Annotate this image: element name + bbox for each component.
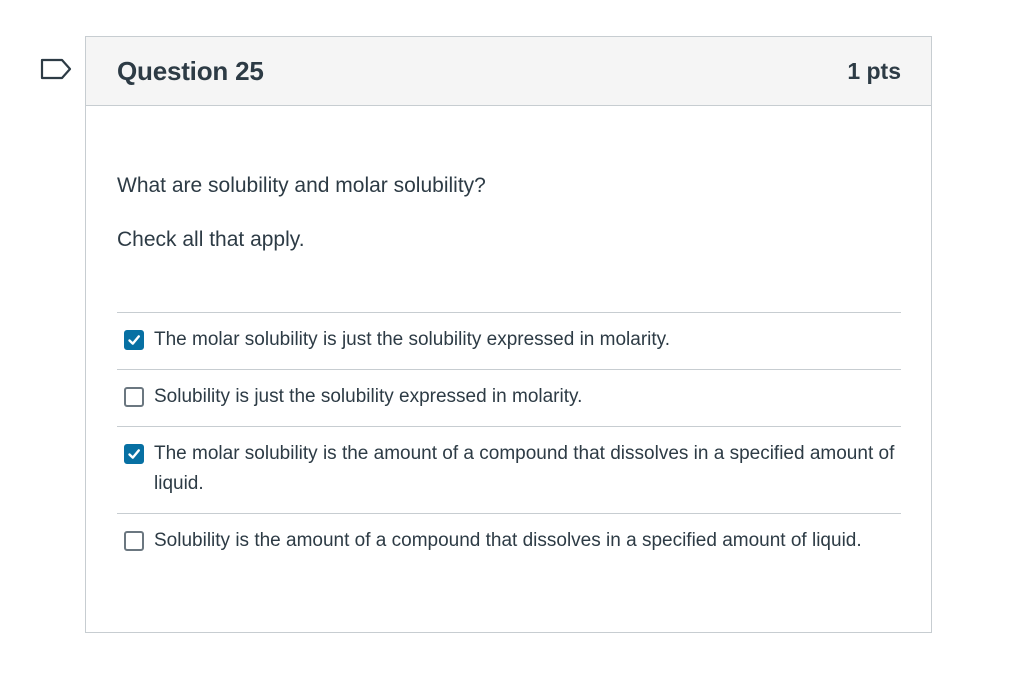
answer-checkbox[interactable] — [124, 387, 144, 407]
answer-label: The molar solubility is the amount of a … — [154, 443, 895, 494]
answer-option-4[interactable]: Solubility is the amount of a compound t… — [117, 514, 901, 570]
answer-option-2[interactable]: Solubility is just the solubility expres… — [117, 370, 901, 427]
answer-checkbox[interactable] — [124, 330, 144, 350]
answer-label: Solubility is the amount of a compound t… — [154, 530, 862, 551]
answer-option-3[interactable]: The molar solubility is the amount of a … — [117, 427, 901, 514]
answer-label: The molar solubility is just the solubil… — [154, 329, 671, 350]
checkmark-icon — [128, 335, 140, 345]
answer-label: Solubility is just the solubility expres… — [154, 386, 583, 407]
answer-checkbox[interactable] — [124, 444, 144, 464]
question-title: Question 25 — [117, 55, 264, 86]
answer-option-1[interactable]: The molar solubility is just the solubil… — [117, 313, 901, 370]
answer-list: The molar solubility is just the solubil… — [117, 312, 901, 570]
question-header: Question 25 1 pts — [86, 37, 931, 106]
question-points: 1 pts — [847, 57, 901, 84]
flag-question-icon[interactable] — [40, 58, 72, 80]
question-instruction: Check all that apply. — [117, 228, 305, 251]
question-body: What are solubility and molar solubility… — [86, 106, 931, 570]
checkmark-icon — [128, 449, 140, 459]
question-text: What are solubility and molar solubility… — [117, 174, 486, 197]
answer-checkbox[interactable] — [124, 531, 144, 551]
question-card: Question 25 1 pts What are solubility an… — [85, 36, 932, 633]
